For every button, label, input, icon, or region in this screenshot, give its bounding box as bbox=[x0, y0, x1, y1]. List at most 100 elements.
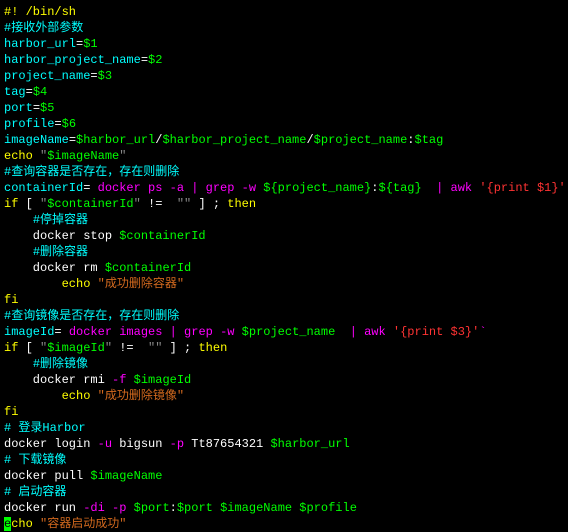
code-token: docker images | grep bbox=[62, 325, 220, 339]
code-line: docker run -di -p $port:$port $imageName… bbox=[4, 500, 564, 516]
code-line: #! /bin/sh bbox=[4, 4, 564, 20]
code-token: if bbox=[4, 197, 18, 211]
code-line: harbor_project_name=$2 bbox=[4, 52, 564, 68]
code-line: #查询镜像是否存在，存在则删除 bbox=[4, 308, 564, 324]
code-token: "" bbox=[177, 197, 191, 211]
code-token: = bbox=[69, 133, 76, 147]
code-token: docker pull bbox=[4, 469, 90, 483]
code-token: then bbox=[198, 341, 227, 355]
code-token: $2 bbox=[148, 53, 162, 67]
code-token: = bbox=[33, 101, 40, 115]
code-token: != bbox=[112, 341, 148, 355]
code-token: : bbox=[407, 133, 414, 147]
code-token: = bbox=[54, 325, 61, 339]
code-token: port bbox=[4, 101, 33, 115]
code-token: harbor_project_name bbox=[4, 53, 141, 67]
code-line: # 下载镜像 bbox=[4, 452, 564, 468]
code-token: $imageName bbox=[220, 501, 292, 515]
code-token: "成功删除镜像" bbox=[98, 389, 184, 403]
code-token: cho bbox=[11, 517, 40, 531]
code-token: [ bbox=[18, 197, 40, 211]
code-token: then bbox=[227, 197, 256, 211]
code-token: | awk bbox=[335, 325, 393, 339]
code-token: -di -p bbox=[83, 501, 133, 515]
code-token: Tt87654321 bbox=[184, 437, 270, 451]
code-line: docker login -u bigsun -p Tt87654321 $ha… bbox=[4, 436, 564, 452]
code-token: " bbox=[105, 341, 112, 355]
code-token: # 登录Harbor bbox=[4, 421, 86, 435]
code-line: docker pull $imageName bbox=[4, 468, 564, 484]
code-token bbox=[4, 245, 33, 259]
code-token: $5 bbox=[40, 101, 54, 115]
code-token bbox=[213, 501, 220, 515]
code-token: $project_name bbox=[242, 325, 336, 339]
code-token: docker run bbox=[4, 501, 83, 515]
code-line: #接收外部参数 bbox=[4, 20, 564, 36]
code-token: = bbox=[90, 69, 97, 83]
code-line: fi bbox=[4, 404, 564, 420]
code-token: [ bbox=[18, 341, 40, 355]
code-line: #查询容器是否存在，存在则删除 bbox=[4, 164, 564, 180]
code-token: : bbox=[371, 181, 378, 195]
code-token bbox=[292, 501, 299, 515]
code-token: $imageId bbox=[134, 373, 192, 387]
code-token: $1 bbox=[83, 37, 97, 51]
code-line: profile=$6 bbox=[4, 116, 564, 132]
code-token: $tag bbox=[415, 133, 444, 147]
code-token: = bbox=[54, 117, 61, 131]
code-token: bigsun bbox=[112, 437, 170, 451]
code-line: echo "成功删除容器" bbox=[4, 276, 564, 292]
code-token: / bbox=[306, 133, 313, 147]
code-token: | grep bbox=[184, 181, 242, 195]
code-token: #删除容器 bbox=[33, 245, 88, 259]
code-token: #查询容器是否存在，存在则删除 bbox=[4, 165, 179, 179]
code-token: docker rmi bbox=[4, 373, 112, 387]
code-token: $6 bbox=[62, 117, 76, 131]
code-token: "成功删除容器" bbox=[98, 277, 184, 291]
code-line: #删除容器 bbox=[4, 244, 564, 260]
code-token: = bbox=[26, 85, 33, 99]
code-token: #停掉容器 bbox=[33, 213, 88, 227]
code-token: ${tag} bbox=[379, 181, 422, 195]
code-line: docker stop $containerId bbox=[4, 228, 564, 244]
code-token: fi bbox=[4, 405, 18, 419]
code-token: $harbor_project_name bbox=[162, 133, 306, 147]
code-line: docker rmi -f $imageId bbox=[4, 372, 564, 388]
code-token: tag bbox=[4, 85, 26, 99]
code-line: if [ "$imageId" != "" ] ; then bbox=[4, 340, 564, 356]
code-token bbox=[4, 213, 33, 227]
code-line: echo "成功删除镜像" bbox=[4, 388, 564, 404]
code-token: #删除镜像 bbox=[33, 357, 88, 371]
code-line: fi bbox=[4, 292, 564, 308]
code-token: $imageName bbox=[90, 469, 162, 483]
code-line: echo "$imageName" bbox=[4, 148, 564, 164]
code-line: harbor_url=$1 bbox=[4, 36, 564, 52]
code-token: # 下载镜像 bbox=[4, 453, 66, 467]
code-token: echo bbox=[62, 277, 98, 291]
code-token: " bbox=[119, 149, 126, 163]
code-line: # 启动容器 bbox=[4, 484, 564, 500]
code-token: $containerId bbox=[105, 261, 191, 275]
code-line: containerId= docker ps -a | grep -w ${pr… bbox=[4, 180, 564, 196]
code-token: $profile bbox=[299, 501, 357, 515]
code-token bbox=[4, 389, 62, 403]
code-line: project_name=$3 bbox=[4, 68, 564, 84]
code-token: $project_name bbox=[314, 133, 408, 147]
code-token: "" bbox=[148, 341, 162, 355]
code-token: $4 bbox=[33, 85, 47, 99]
code-token: ] ; bbox=[191, 197, 227, 211]
code-token: '{print $1}' bbox=[479, 181, 565, 195]
code-line: imageId= docker images | grep -w $projec… bbox=[4, 324, 564, 340]
code-token: #接收外部参数 bbox=[4, 21, 83, 35]
code-token: harbor_url bbox=[4, 37, 76, 51]
code-token: = bbox=[141, 53, 148, 67]
code-token: $harbor_url bbox=[270, 437, 349, 451]
code-token: -w bbox=[242, 181, 264, 195]
code-token: echo bbox=[62, 389, 98, 403]
shell-script-code[interactable]: #! /bin/sh#接收外部参数harbor_url=$1harbor_pro… bbox=[4, 4, 564, 532]
code-token: containerId bbox=[4, 181, 83, 195]
code-line: imageName=$harbor_url/$harbor_project_na… bbox=[4, 132, 564, 148]
code-line: docker rm $containerId bbox=[4, 260, 564, 276]
code-token: if bbox=[4, 341, 18, 355]
code-token: $imageName bbox=[47, 149, 119, 163]
